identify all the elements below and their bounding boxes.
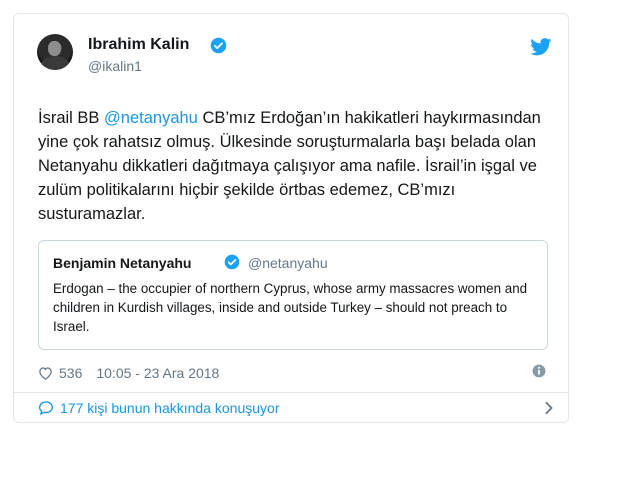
chevron-right-icon (545, 401, 553, 415)
quoted-author-handle: @netanyahu (248, 255, 328, 271)
author-name[interactable]: Ibrahim Kalin (88, 36, 189, 54)
like-count[interactable]: 536 (59, 365, 82, 381)
quoted-tweet-text: Erdogan – the occupier of northern Cypru… (53, 281, 528, 334)
quoted-author-name: Benjamin Netanyahu (53, 255, 192, 271)
author-handle[interactable]: @ikalin1 (88, 58, 142, 74)
conversation-link[interactable]: 177 kişi bunun hakkında konuşuyor (38, 396, 553, 420)
timestamp[interactable]: 10:05 - 23 Ara 2018 (96, 365, 219, 381)
heart-icon[interactable] (38, 366, 53, 380)
info-icon[interactable] (532, 364, 546, 378)
tweet-card: Ibrahim Kalin @ikalin1 İsrail BB @netany… (13, 13, 569, 423)
quoted-tweet[interactable]: Benjamin Netanyahu @netanyahu Erdogan – … (38, 240, 548, 350)
tweet-meta: 536 10:05 - 23 Ara 2018 (38, 363, 219, 383)
conversation-text: 177 kişi bunun hakkında konuşuyor (60, 400, 280, 416)
tweet-text-suffix: CB’mız Erdoğan’ın hakikatleri (197, 109, 419, 127)
tweet-text: İsrail BB @netanyahu CB’mız Erdoğan’ın h… (38, 106, 558, 226)
avatar[interactable] (37, 34, 73, 70)
speech-bubble-icon (38, 401, 54, 416)
mention-link[interactable]: @netanyahu (104, 109, 198, 127)
verified-badge-icon (210, 37, 227, 54)
tweet-text-prefix: İsrail BB (38, 109, 105, 127)
divider (14, 392, 568, 393)
twitter-bird-icon[interactable] (530, 38, 552, 56)
verified-badge-icon (224, 254, 240, 270)
